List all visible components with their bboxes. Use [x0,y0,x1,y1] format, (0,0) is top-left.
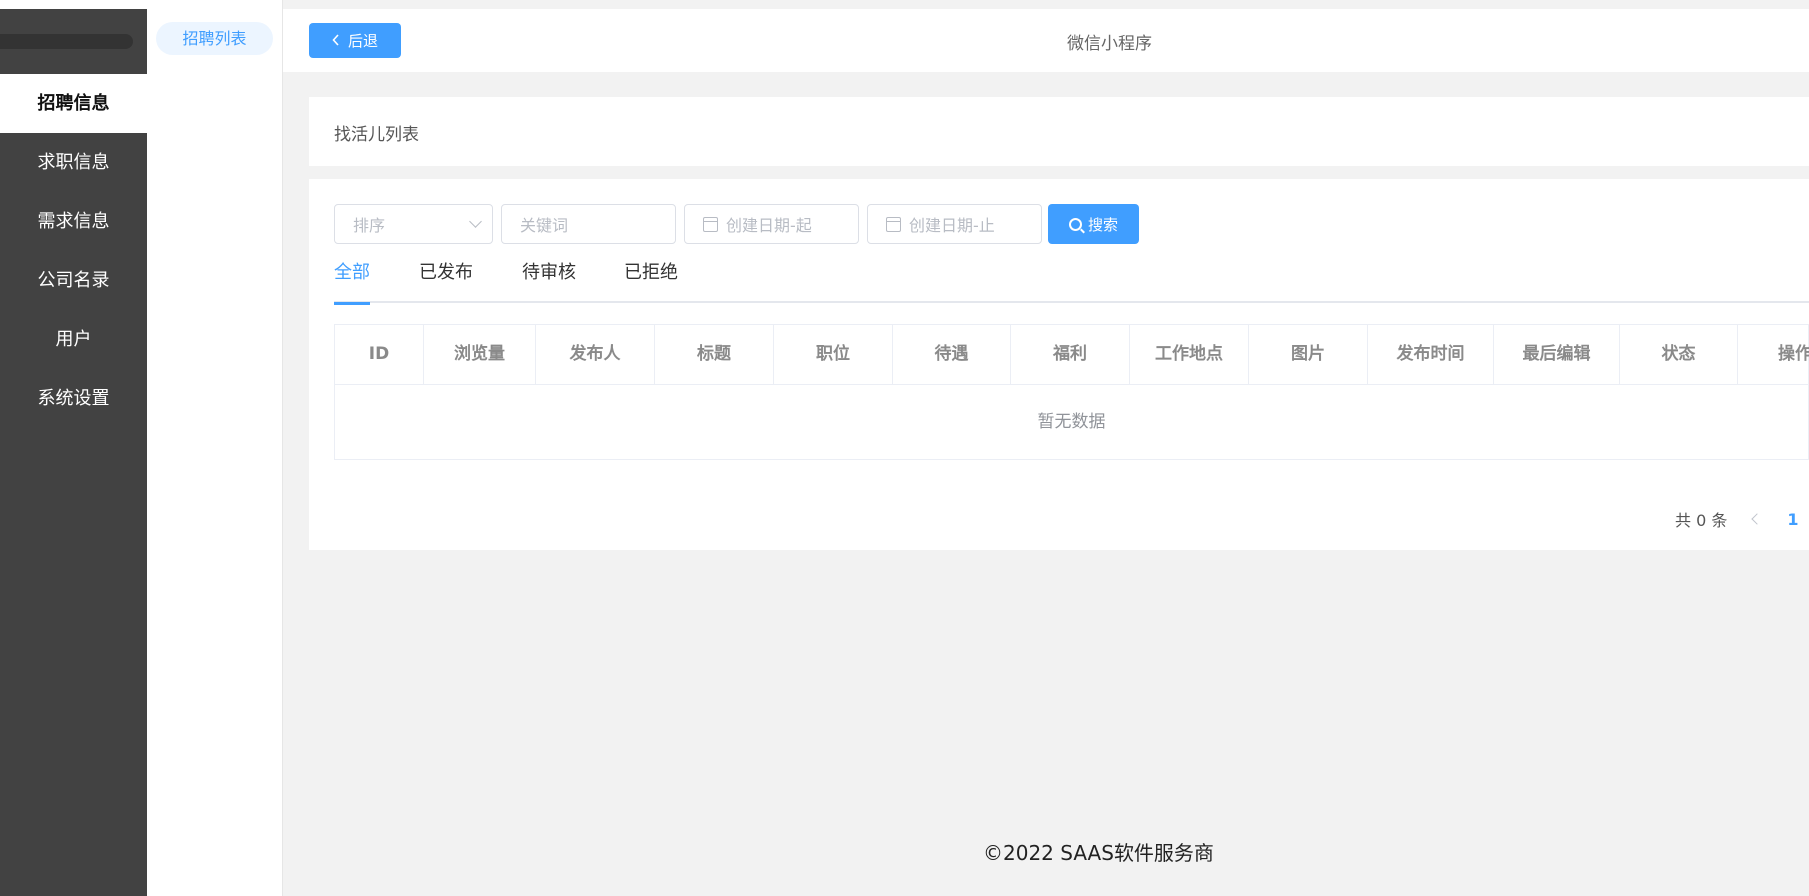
list-card: 排序 关键词 创建日期-起 创建日期-止 搜索 全部 已发布 待审核 已拒绝 I… [309,179,1809,550]
column-header-last-edit: 最后编辑 [1494,325,1620,384]
subnav-item-recruitment-list[interactable]: 招聘列表 [156,22,273,55]
column-header-id: ID [335,325,424,384]
sidebar-top-strip [0,0,147,9]
sidebar-item-job-seeking[interactable]: 求职信息 [0,133,147,192]
column-header-benefits: 福利 [1011,325,1130,384]
column-header-title: 标题 [655,325,774,384]
tab-rejected[interactable]: 已拒绝 [624,261,678,303]
pagination-total: 共 0 条 [1675,511,1728,530]
search-button[interactable]: 搜索 [1048,204,1139,244]
sidebar-item-demand[interactable]: 需求信息 [0,192,147,251]
column-header-salary: 待遇 [893,325,1011,384]
search-button-label: 搜索 [1087,215,1118,234]
main-sidebar: 招聘信息 求职信息 需求信息 公司名录 用户 系统设置 [0,0,147,896]
back-button[interactable]: 后退 [309,23,401,58]
chevron-left-icon [332,32,340,50]
top-header: 后退 微信小程序 [283,9,1809,72]
secondary-sidebar: 招聘列表 [147,0,283,896]
sidebar-menu: 招聘信息 求职信息 需求信息 公司名录 用户 系统设置 [0,74,147,428]
column-header-publisher: 发布人 [536,325,655,384]
date-end-picker[interactable]: 创建日期-止 [867,204,1042,244]
keyword-placeholder: 关键词 [520,216,569,235]
sidebar-item-settings[interactable]: 系统设置 [0,369,147,428]
column-header-status: 状态 [1620,325,1738,384]
date-start-picker[interactable]: 创建日期-起 [684,204,859,244]
keyword-input[interactable]: 关键词 [501,204,676,244]
sort-placeholder: 排序 [353,216,386,235]
calendar-icon [886,216,901,232]
list-title-card: 找活儿列表 [309,97,1809,166]
pagination-page-current[interactable]: 1 [1787,510,1798,529]
chevron-left-icon[interactable] [1751,513,1764,525]
brand-logo-bar [0,34,133,49]
table-empty-text: 暂无数据 [1037,412,1106,432]
sort-select[interactable]: 排序 [334,204,493,244]
column-header-views: 浏览量 [424,325,536,384]
active-tab-indicator [334,302,370,305]
pagination: 共 0 条 1 [1675,507,1799,531]
column-header-position: 职位 [774,325,893,384]
sidebar-item-recruitment[interactable]: 招聘信息 [0,74,147,133]
tab-all[interactable]: 全部 [334,261,370,305]
data-table: ID 浏览量 发布人 标题 职位 待遇 福利 工作地点 图片 发布时间 最后编辑… [334,324,1809,460]
footer-copyright: ©2022 SAAS软件服务商 [983,841,1214,865]
chevron-down-icon [469,215,482,228]
status-tabs: 全部 已发布 待审核 已拒绝 [334,261,1809,305]
column-header-publish-time: 发布时间 [1368,325,1494,384]
column-header-actions: 操作 [1778,344,1809,364]
column-header-location: 工作地点 [1130,325,1249,384]
list-title: 找活儿列表 [334,125,419,145]
back-button-label: 后退 [347,32,378,50]
search-icon [1068,217,1082,231]
table-header: ID 浏览量 发布人 标题 职位 待遇 福利 工作地点 图片 发布时间 最后编辑… [335,325,1809,385]
sidebar-item-company-directory[interactable]: 公司名录 [0,251,147,310]
sidebar-item-users[interactable]: 用户 [0,310,147,369]
date-end-placeholder: 创建日期-止 [909,216,995,235]
tab-all-label: 全部 [334,262,370,283]
tab-published[interactable]: 已发布 [419,261,473,303]
page-title: 微信小程序 [1067,34,1152,54]
tab-pending[interactable]: 待审核 [522,261,576,303]
main-content: 后退 微信小程序 找活儿列表 排序 关键词 创建日期-起 创建日期-止 搜索 全… [283,0,1809,896]
date-start-placeholder: 创建日期-起 [726,216,812,235]
calendar-icon [703,216,718,232]
column-header-images: 图片 [1249,325,1368,384]
